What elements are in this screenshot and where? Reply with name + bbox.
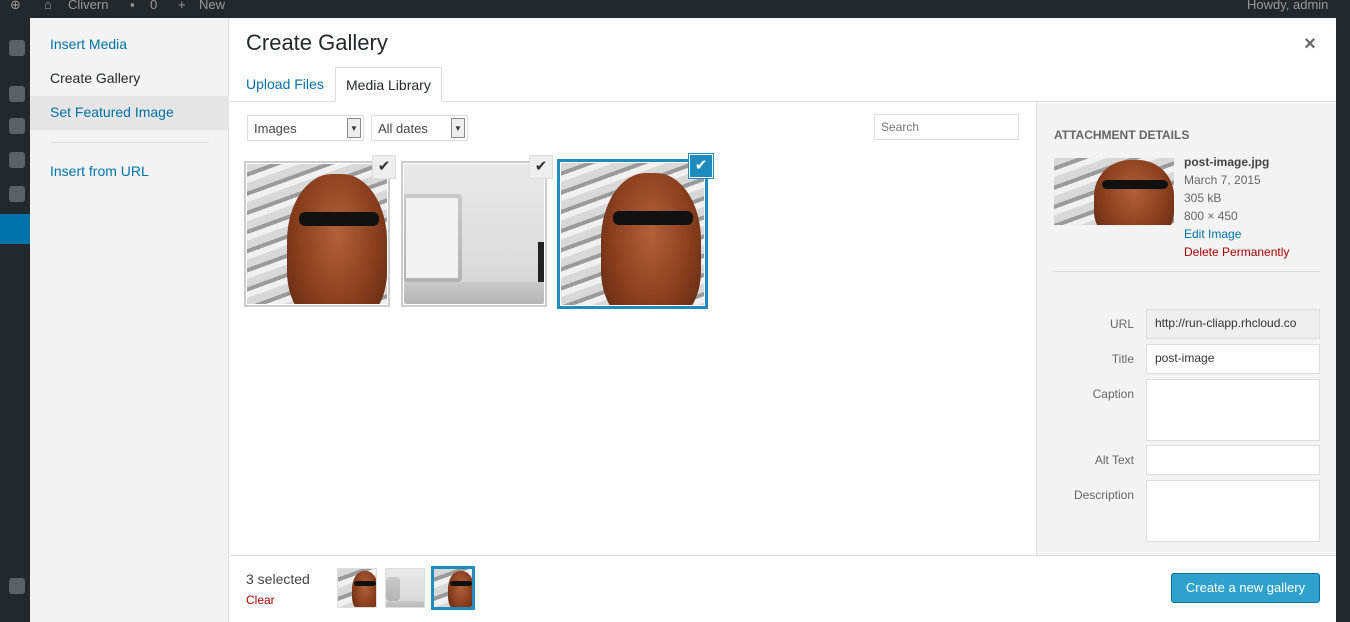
create-gallery-button[interactable]: Create a new gallery bbox=[1171, 573, 1320, 603]
attachment-item[interactable]: ✔ bbox=[244, 155, 396, 307]
search-input[interactable] bbox=[874, 114, 1019, 140]
home-icon[interactable]: ⌂ bbox=[44, 0, 52, 12]
new-link[interactable]: New bbox=[199, 0, 225, 12]
media-menu: Insert Media Create Gallery Set Featured… bbox=[30, 18, 229, 622]
active-menu-highlight[interactable] bbox=[0, 214, 30, 244]
check-icon[interactable]: ✔ bbox=[372, 155, 396, 179]
selection-thumbnail-active[interactable] bbox=[432, 567, 474, 609]
title-label: Title bbox=[1111, 352, 1134, 366]
attachment-thumbnail bbox=[247, 164, 387, 304]
check-icon[interactable]: ✔ bbox=[529, 155, 553, 179]
comments-icon[interactable]: ▪ bbox=[130, 0, 135, 12]
attachment-details-heading: Attachment Details bbox=[1054, 128, 1190, 142]
posts-icon[interactable] bbox=[9, 86, 25, 102]
comments-menu-icon[interactable] bbox=[9, 186, 25, 202]
clear-selection-link[interactable]: Clear bbox=[246, 593, 275, 607]
admin-background-strip bbox=[1336, 18, 1350, 622]
attachment-date: March 7, 2015 bbox=[1184, 173, 1261, 187]
type-filter-select[interactable]: Images ▼ bbox=[247, 115, 364, 141]
pages-icon[interactable] bbox=[9, 152, 25, 168]
description-field[interactable] bbox=[1146, 480, 1320, 542]
attachment-item[interactable]: ✔ bbox=[401, 155, 553, 307]
tab-upload-files[interactable]: Upload Files bbox=[236, 67, 334, 102]
dashboard-icon[interactable] bbox=[9, 40, 25, 56]
selection-count: 3 selected bbox=[246, 571, 310, 587]
type-filter-value: Images bbox=[254, 121, 297, 136]
media-toolbar: 3 selected Clear Create a new gallery bbox=[230, 555, 1336, 622]
menu-item-set-featured-image[interactable]: Set Featured Image bbox=[30, 96, 229, 130]
check-icon[interactable]: ✔ bbox=[689, 154, 713, 178]
caption-field[interactable] bbox=[1146, 379, 1320, 441]
details-separator bbox=[1053, 271, 1320, 272]
menu-separator bbox=[50, 142, 209, 143]
selection-thumbnail[interactable] bbox=[337, 568, 377, 608]
attachment-info: post-image.jpg March 7, 2015 305 kB 800 … bbox=[1184, 153, 1289, 261]
howdy-link[interactable]: Howdy, admin bbox=[1247, 0, 1328, 12]
router-tabs: Upload Files Media Library bbox=[230, 66, 1336, 102]
delete-permanently-link[interactable]: Delete Permanently bbox=[1184, 243, 1289, 261]
title-field[interactable]: post-image bbox=[1146, 344, 1320, 374]
media-icon[interactable] bbox=[9, 118, 25, 134]
close-icon[interactable]: × bbox=[1296, 30, 1324, 58]
attachment-thumbnail bbox=[404, 164, 544, 304]
menu-item-insert-from-url[interactable]: Insert from URL bbox=[30, 155, 229, 189]
plus-icon[interactable]: + bbox=[178, 0, 186, 12]
attachment-dimensions: 800 × 450 bbox=[1184, 209, 1238, 223]
attachment-size: 305 kB bbox=[1184, 191, 1222, 205]
modal-title: Create Gallery bbox=[246, 30, 388, 55]
attachment-thumbnail bbox=[561, 163, 704, 305]
edit-image-link[interactable]: Edit Image bbox=[1184, 225, 1289, 243]
attachments-browser: Images ▼ All dates ▼ ✔ bbox=[230, 103, 1036, 555]
admin-menu bbox=[0, 18, 30, 622]
url-label: URL bbox=[1109, 317, 1134, 331]
caption-label: Caption bbox=[1092, 387, 1134, 401]
admin-bar: ⊕ ⌂ Clivern ▪ 0 + New Howdy, admin bbox=[0, 0, 1350, 18]
site-name-link[interactable]: Clivern bbox=[68, 0, 108, 12]
chevron-down-icon: ▼ bbox=[451, 118, 465, 138]
attachment-details-thumbnail bbox=[1054, 158, 1174, 225]
wordpress-logo-icon[interactable]: ⊕ bbox=[10, 0, 21, 13]
description-label: Description bbox=[1073, 488, 1134, 502]
date-filter-select[interactable]: All dates ▼ bbox=[371, 115, 468, 141]
tools-icon[interactable] bbox=[9, 578, 25, 594]
menu-item-create-gallery[interactable]: Create Gallery bbox=[30, 62, 229, 96]
attachment-filename: post-image.jpg bbox=[1184, 155, 1270, 169]
url-field[interactable]: http://run-cliapp.rhcloud.co bbox=[1146, 309, 1320, 339]
date-filter-value: All dates bbox=[378, 121, 428, 136]
media-modal: Insert Media Create Gallery Set Featured… bbox=[30, 18, 1336, 622]
selection-thumbnail[interactable] bbox=[385, 568, 425, 608]
menu-item-insert-media[interactable]: Insert Media bbox=[30, 28, 229, 62]
alt-text-field[interactable] bbox=[1146, 445, 1320, 475]
tab-media-library[interactable]: Media Library bbox=[335, 67, 442, 102]
attachment-details-sidebar: Attachment Details post-image.jpg March … bbox=[1036, 103, 1336, 555]
alt-text-label: Alt Text bbox=[1094, 453, 1134, 467]
chevron-down-icon: ▼ bbox=[347, 118, 361, 138]
comments-count[interactable]: 0 bbox=[150, 0, 157, 12]
attachment-item-selected[interactable]: ✔ bbox=[557, 154, 713, 309]
